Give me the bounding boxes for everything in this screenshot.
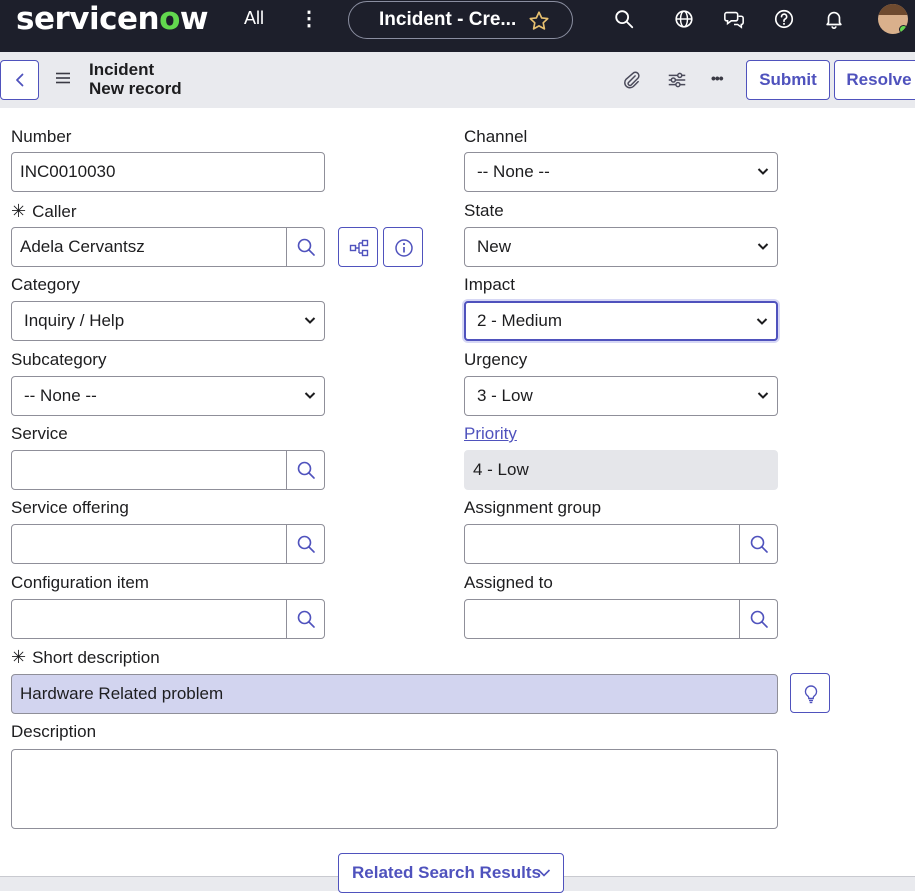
configuration-item-lookup-button[interactable] — [286, 600, 324, 638]
search-icon — [750, 535, 768, 553]
context-tab[interactable]: Incident - Cre... — [348, 1, 573, 39]
top-navigation-bar: servicenow All ⋮ Incident - Cre... — [0, 0, 915, 52]
record-status: New record — [89, 79, 182, 98]
configuration-item-field[interactable] — [11, 599, 325, 639]
caller-info-button[interactable] — [383, 227, 423, 267]
description-textarea[interactable] — [11, 749, 778, 829]
impact-select[interactable]: 2 - Medium — [464, 301, 778, 341]
assignment-group-field[interactable] — [464, 524, 778, 564]
search-icon — [297, 535, 315, 553]
chevron-down-icon — [757, 168, 769, 175]
caller-field[interactable]: Adela Cervantsz — [11, 227, 325, 267]
priority-label-link[interactable]: Priority — [464, 424, 517, 444]
short-description-label: ✳ Short description — [11, 647, 160, 668]
hierarchy-icon — [349, 239, 369, 257]
resolve-button[interactable]: Resolve — [834, 60, 915, 100]
all-menu-button[interactable]: All — [244, 8, 264, 29]
description-label: Description — [11, 722, 97, 741]
chat-icon[interactable] — [723, 8, 745, 30]
state-select[interactable]: New — [464, 227, 778, 267]
star-icon[interactable] — [528, 10, 550, 32]
service-field[interactable] — [11, 450, 325, 490]
category-label: Category — [11, 275, 80, 294]
channel-value: -- None -- — [477, 162, 550, 181]
required-mark: ✳ — [11, 647, 27, 667]
subcategory-select[interactable]: -- None -- — [11, 376, 325, 416]
settings-sliders-icon[interactable] — [666, 69, 688, 91]
suggestion-button[interactable] — [790, 673, 830, 713]
logo-text: servicen — [16, 1, 160, 37]
service-label: Service — [11, 424, 68, 443]
chevron-down-icon — [757, 392, 769, 399]
record-table-name: Incident — [89, 60, 155, 79]
back-icon — [16, 73, 24, 87]
chevron-down-icon — [756, 318, 768, 325]
number-field[interactable]: INC0010030 — [11, 152, 325, 192]
assignment-group-lookup-button[interactable] — [739, 525, 777, 563]
assigned-to-label: Assigned to — [464, 573, 553, 592]
paperclip-icon[interactable] — [620, 69, 642, 91]
state-label: State — [464, 201, 504, 220]
required-mark: ✳ — [11, 201, 27, 221]
caller-value: Adela Cervantsz — [20, 237, 145, 256]
priority-field: 4 - Low — [464, 450, 778, 490]
context-tab-title: Incident - Cre... — [379, 9, 517, 30]
service-lookup-button[interactable] — [286, 451, 324, 489]
chevron-down-icon — [757, 243, 769, 250]
impact-value: 2 - Medium — [477, 311, 563, 330]
related-search-results-label: Related Search Results — [352, 863, 541, 882]
logo-text-end: w — [179, 1, 209, 37]
configuration-item-label: Configuration item — [11, 573, 149, 592]
caller-label: ✳ Caller — [11, 201, 77, 222]
related-search-results-button[interactable]: Related Search Results — [338, 853, 564, 893]
search-icon — [297, 610, 315, 628]
category-select[interactable]: Inquiry / Help — [11, 301, 325, 341]
servicenow-logo[interactable]: servicenow — [16, 0, 209, 38]
help-icon[interactable] — [773, 8, 795, 30]
submit-button[interactable]: Submit — [746, 60, 830, 100]
more-actions-button[interactable]: ••• — [711, 70, 724, 86]
caller-label-text: Caller — [32, 202, 77, 221]
globe-icon[interactable] — [673, 8, 695, 30]
chevron-down-icon — [304, 392, 316, 399]
channel-select[interactable]: -- None -- — [464, 152, 778, 192]
caller-hierarchy-button[interactable] — [338, 227, 378, 267]
urgency-label: Urgency — [464, 350, 528, 369]
service-offering-field[interactable] — [11, 524, 325, 564]
assignment-group-label: Assignment group — [464, 498, 602, 517]
subcategory-value: -- None -- — [24, 386, 97, 405]
subcategory-label: Subcategory — [11, 350, 107, 369]
chevron-down-icon — [537, 869, 551, 877]
state-value: New — [477, 237, 512, 256]
assigned-to-lookup-button[interactable] — [739, 600, 777, 638]
short-description-field[interactable]: Hardware Related problem — [11, 674, 778, 714]
urgency-value: 3 - Low — [477, 386, 533, 405]
assigned-to-field[interactable] — [464, 599, 778, 639]
channel-label: Channel — [464, 127, 528, 146]
caller-lookup-button[interactable] — [286, 228, 324, 266]
more-menu-button[interactable]: ⋮ — [299, 6, 319, 31]
urgency-select[interactable]: 3 - Low — [464, 376, 778, 416]
search-icon — [297, 238, 315, 256]
logo-o: o — [159, 1, 180, 37]
info-icon — [395, 239, 413, 257]
user-avatar[interactable] — [878, 4, 908, 34]
record-title: Incident New record — [89, 60, 182, 98]
short-description-label-text: Short description — [32, 648, 160, 667]
chevron-down-icon — [304, 317, 316, 324]
menu-icon[interactable] — [55, 70, 71, 86]
lightbulb-icon — [804, 685, 818, 704]
number-label: Number — [11, 127, 72, 146]
bell-icon[interactable] — [823, 8, 845, 30]
search-icon — [750, 610, 768, 628]
service-offering-lookup-button[interactable] — [286, 525, 324, 563]
search-icon[interactable] — [613, 8, 635, 30]
search-icon — [297, 461, 315, 479]
back-button[interactable] — [0, 60, 39, 100]
service-offering-label: Service offering — [11, 498, 129, 517]
category-value: Inquiry / Help — [24, 311, 125, 330]
presence-status-dot — [899, 25, 908, 34]
impact-label: Impact — [464, 275, 516, 294]
